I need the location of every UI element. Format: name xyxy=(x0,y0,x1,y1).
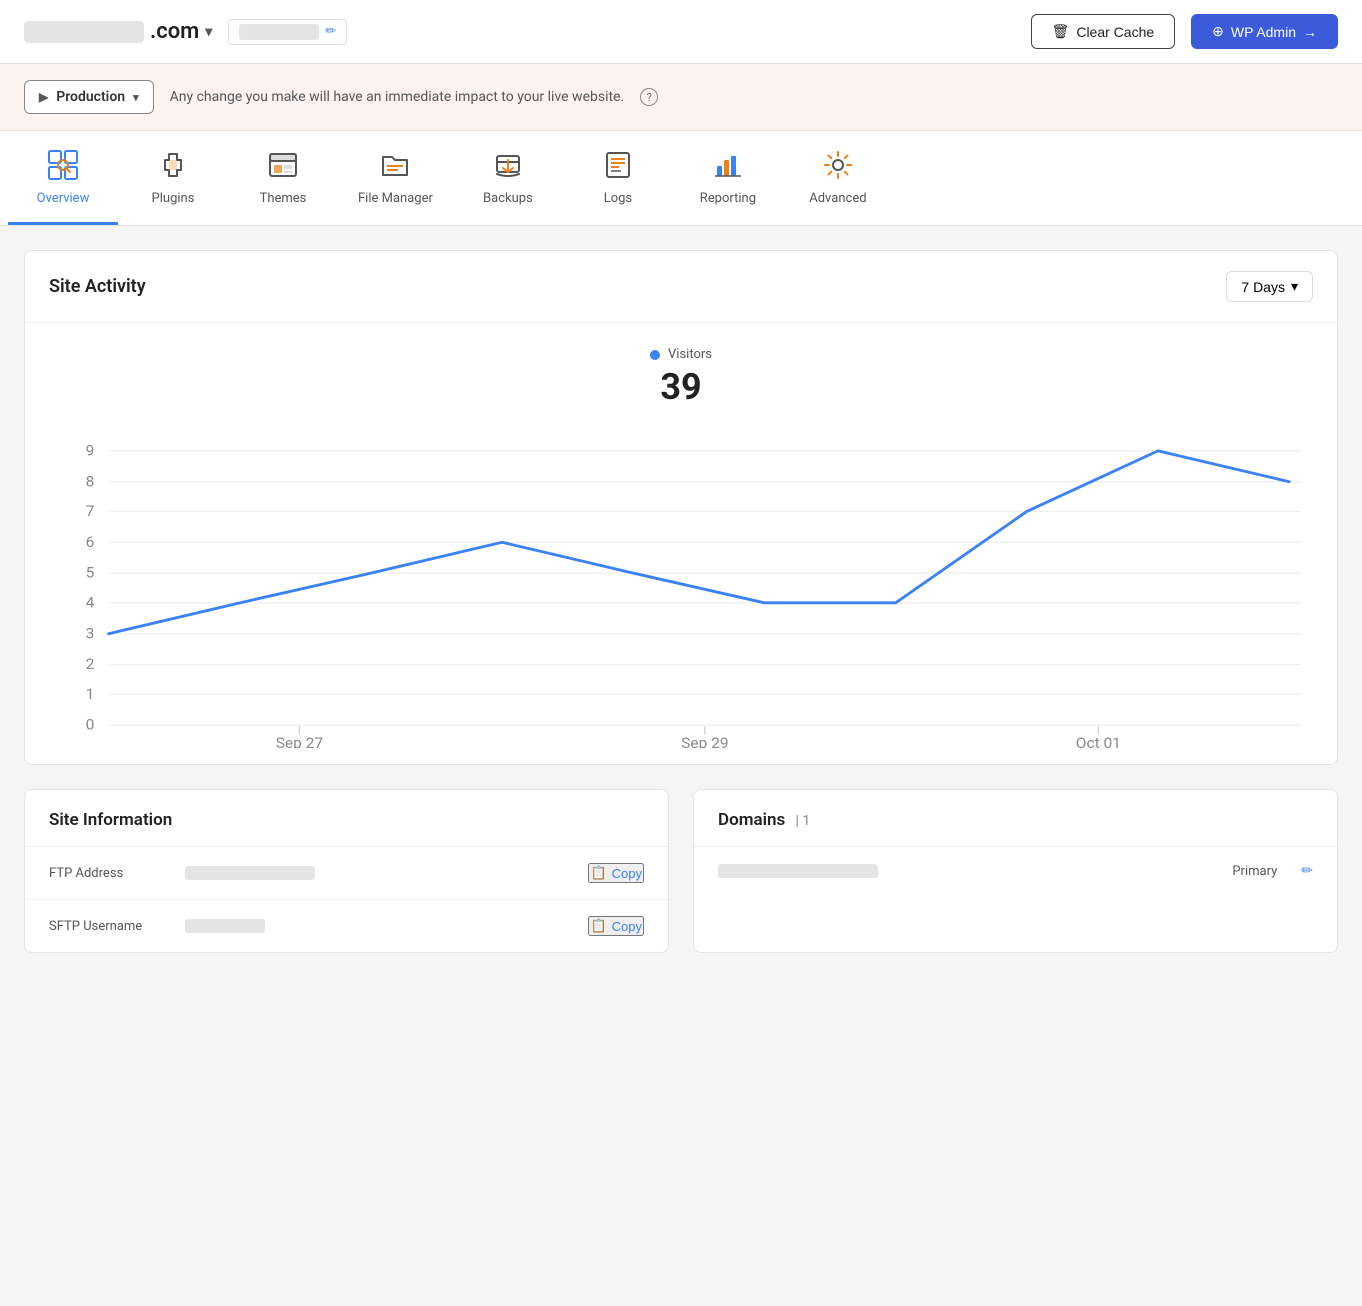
tab-advanced-label: Advanced xyxy=(809,191,866,206)
sftp-username-row: SFTP Username 📋 Copy xyxy=(25,900,668,952)
copy-icon: 📋 xyxy=(590,865,606,881)
site-information-card: Site Information FTP Address 📋 Copy SFTP… xyxy=(24,789,669,953)
tab-overview-label: Overview xyxy=(37,191,90,206)
help-icon[interactable]: ? xyxy=(640,88,658,106)
domains-card: Domains | 1 Primary ✏ xyxy=(693,789,1338,953)
env-chevron-icon: ▾ xyxy=(133,91,139,104)
svg-text:7: 7 xyxy=(86,502,95,520)
clear-cache-label: Clear Cache xyxy=(1076,24,1154,40)
header: .com ▾ ✏ 🗑 Clear Cache ⊕ WP Admin → xyxy=(0,0,1362,64)
site-activity-title: Site Activity xyxy=(49,276,146,297)
themes-icon xyxy=(265,147,301,183)
edit-icon: ✏ xyxy=(325,24,336,39)
tab-backups-label: Backups xyxy=(483,191,533,206)
tab-plugins[interactable]: Plugins xyxy=(118,131,228,225)
domain-blurred xyxy=(24,21,144,43)
wp-admin-button[interactable]: ⊕ WP Admin → xyxy=(1191,14,1338,49)
edit-blurred xyxy=(239,24,319,40)
clear-cache-button[interactable]: 🗑 Clear Cache xyxy=(1031,14,1176,49)
navigation-tabs: Overview Plugins Themes xyxy=(0,131,1362,226)
tab-overview[interactable]: Overview xyxy=(8,131,118,225)
svg-text:Sep 29: Sep 29 xyxy=(681,734,728,748)
tab-logs-label: Logs xyxy=(604,191,632,206)
visitors-count: 39 xyxy=(49,366,1313,408)
bottom-row: Site Information FTP Address 📋 Copy SFTP… xyxy=(24,789,1338,953)
days-select-button[interactable]: 7 Days ▾ xyxy=(1226,271,1313,302)
environment-message: Any change you make will have an immedia… xyxy=(170,89,625,105)
svg-text:4: 4 xyxy=(86,594,95,612)
svg-text:3: 3 xyxy=(86,625,95,643)
backups-icon xyxy=(490,147,526,183)
edit-box[interactable]: ✏ xyxy=(228,19,347,45)
svg-text:9: 9 xyxy=(86,442,95,460)
domain-edit-icon[interactable]: ✏ xyxy=(1301,863,1313,879)
svg-text:Sep 27: Sep 27 xyxy=(276,734,323,748)
environment-badge[interactable]: ▶ Production ▾ xyxy=(24,80,154,114)
tab-advanced[interactable]: Advanced xyxy=(783,131,893,225)
logs-icon xyxy=(600,147,636,183)
domain-suffix: .com xyxy=(150,19,199,44)
sftp-username-label: SFTP Username xyxy=(49,919,169,934)
svg-text:5: 5 xyxy=(86,564,95,582)
svg-text:8: 8 xyxy=(86,473,95,491)
domain-display: .com ▾ xyxy=(24,19,212,44)
svg-text:Oct 01: Oct 01 xyxy=(1076,734,1121,748)
legend-label: Visitors xyxy=(668,347,712,362)
site-activity-card: Site Activity 7 Days ▾ Visitors 39 0 xyxy=(24,250,1338,765)
tab-backups[interactable]: Backups xyxy=(453,131,563,225)
wp-icon: ⊕ xyxy=(1212,23,1224,40)
ftp-address-row: FTP Address 📋 Copy xyxy=(25,847,668,900)
svg-text:0: 0 xyxy=(86,716,95,734)
svg-text:2: 2 xyxy=(86,655,95,673)
tab-reporting[interactable]: Reporting xyxy=(673,131,783,225)
copy-icon-2: 📋 xyxy=(590,918,606,934)
days-select-chevron: ▾ xyxy=(1291,278,1298,295)
svg-text:1: 1 xyxy=(86,685,95,703)
arrow-icon: → xyxy=(1303,24,1317,40)
environment-bar: ▶ Production ▾ Any change you make will … xyxy=(0,64,1362,131)
sftp-copy-button[interactable]: 📋 Copy xyxy=(588,916,644,936)
ftp-address-value xyxy=(185,866,315,880)
chart-legend: Visitors xyxy=(49,347,1313,362)
plugins-icon xyxy=(155,147,191,183)
ftp-copy-label: Copy xyxy=(612,866,642,881)
environment-label: Production xyxy=(56,89,125,105)
site-information-header: Site Information xyxy=(25,790,668,847)
play-icon: ▶ xyxy=(39,90,48,104)
reporting-icon xyxy=(710,147,746,183)
ftp-copy-button[interactable]: 📋 Copy xyxy=(588,863,644,883)
domain-value xyxy=(718,864,878,878)
site-information-title: Site Information xyxy=(49,810,172,830)
tab-themes-label: Themes xyxy=(260,191,307,206)
file-manager-icon xyxy=(377,147,413,183)
domains-title: Domains | 1 xyxy=(718,810,810,830)
wp-admin-label: WP Admin xyxy=(1231,24,1296,40)
tab-file-manager[interactable]: File Manager xyxy=(338,131,453,225)
domain-row: Primary ✏ xyxy=(694,847,1337,895)
domain-chevron-icon[interactable]: ▾ xyxy=(205,24,212,40)
cache-icon: 🗑 xyxy=(1052,23,1070,40)
site-activity-header: Site Activity 7 Days ▾ xyxy=(25,251,1337,323)
chart-area: 0 1 2 3 4 5 6 7 8 xyxy=(49,428,1313,748)
days-select-label: 7 Days xyxy=(1241,279,1285,295)
tab-logs[interactable]: Logs xyxy=(563,131,673,225)
tab-plugins-label: Plugins xyxy=(152,191,195,206)
domains-count: | 1 xyxy=(795,813,810,829)
overview-icon xyxy=(45,147,81,183)
chart-container: Visitors 39 0 1 2 3 4 xyxy=(25,323,1337,764)
tab-reporting-label: Reporting xyxy=(700,191,756,206)
domain-primary-label: Primary xyxy=(1232,864,1277,879)
ftp-address-label: FTP Address xyxy=(49,866,169,881)
visitors-chart: 0 1 2 3 4 5 6 7 8 xyxy=(49,428,1313,748)
main-content: Site Activity 7 Days ▾ Visitors 39 0 xyxy=(0,226,1362,977)
sftp-copy-label: Copy xyxy=(612,919,642,934)
domains-title-text: Domains xyxy=(718,810,785,830)
tab-file-manager-label: File Manager xyxy=(358,191,433,206)
tab-themes[interactable]: Themes xyxy=(228,131,338,225)
domains-header: Domains | 1 xyxy=(694,790,1337,847)
legend-dot xyxy=(650,350,660,360)
sftp-username-value xyxy=(185,919,265,933)
svg-text:6: 6 xyxy=(86,533,95,551)
advanced-icon xyxy=(820,147,856,183)
